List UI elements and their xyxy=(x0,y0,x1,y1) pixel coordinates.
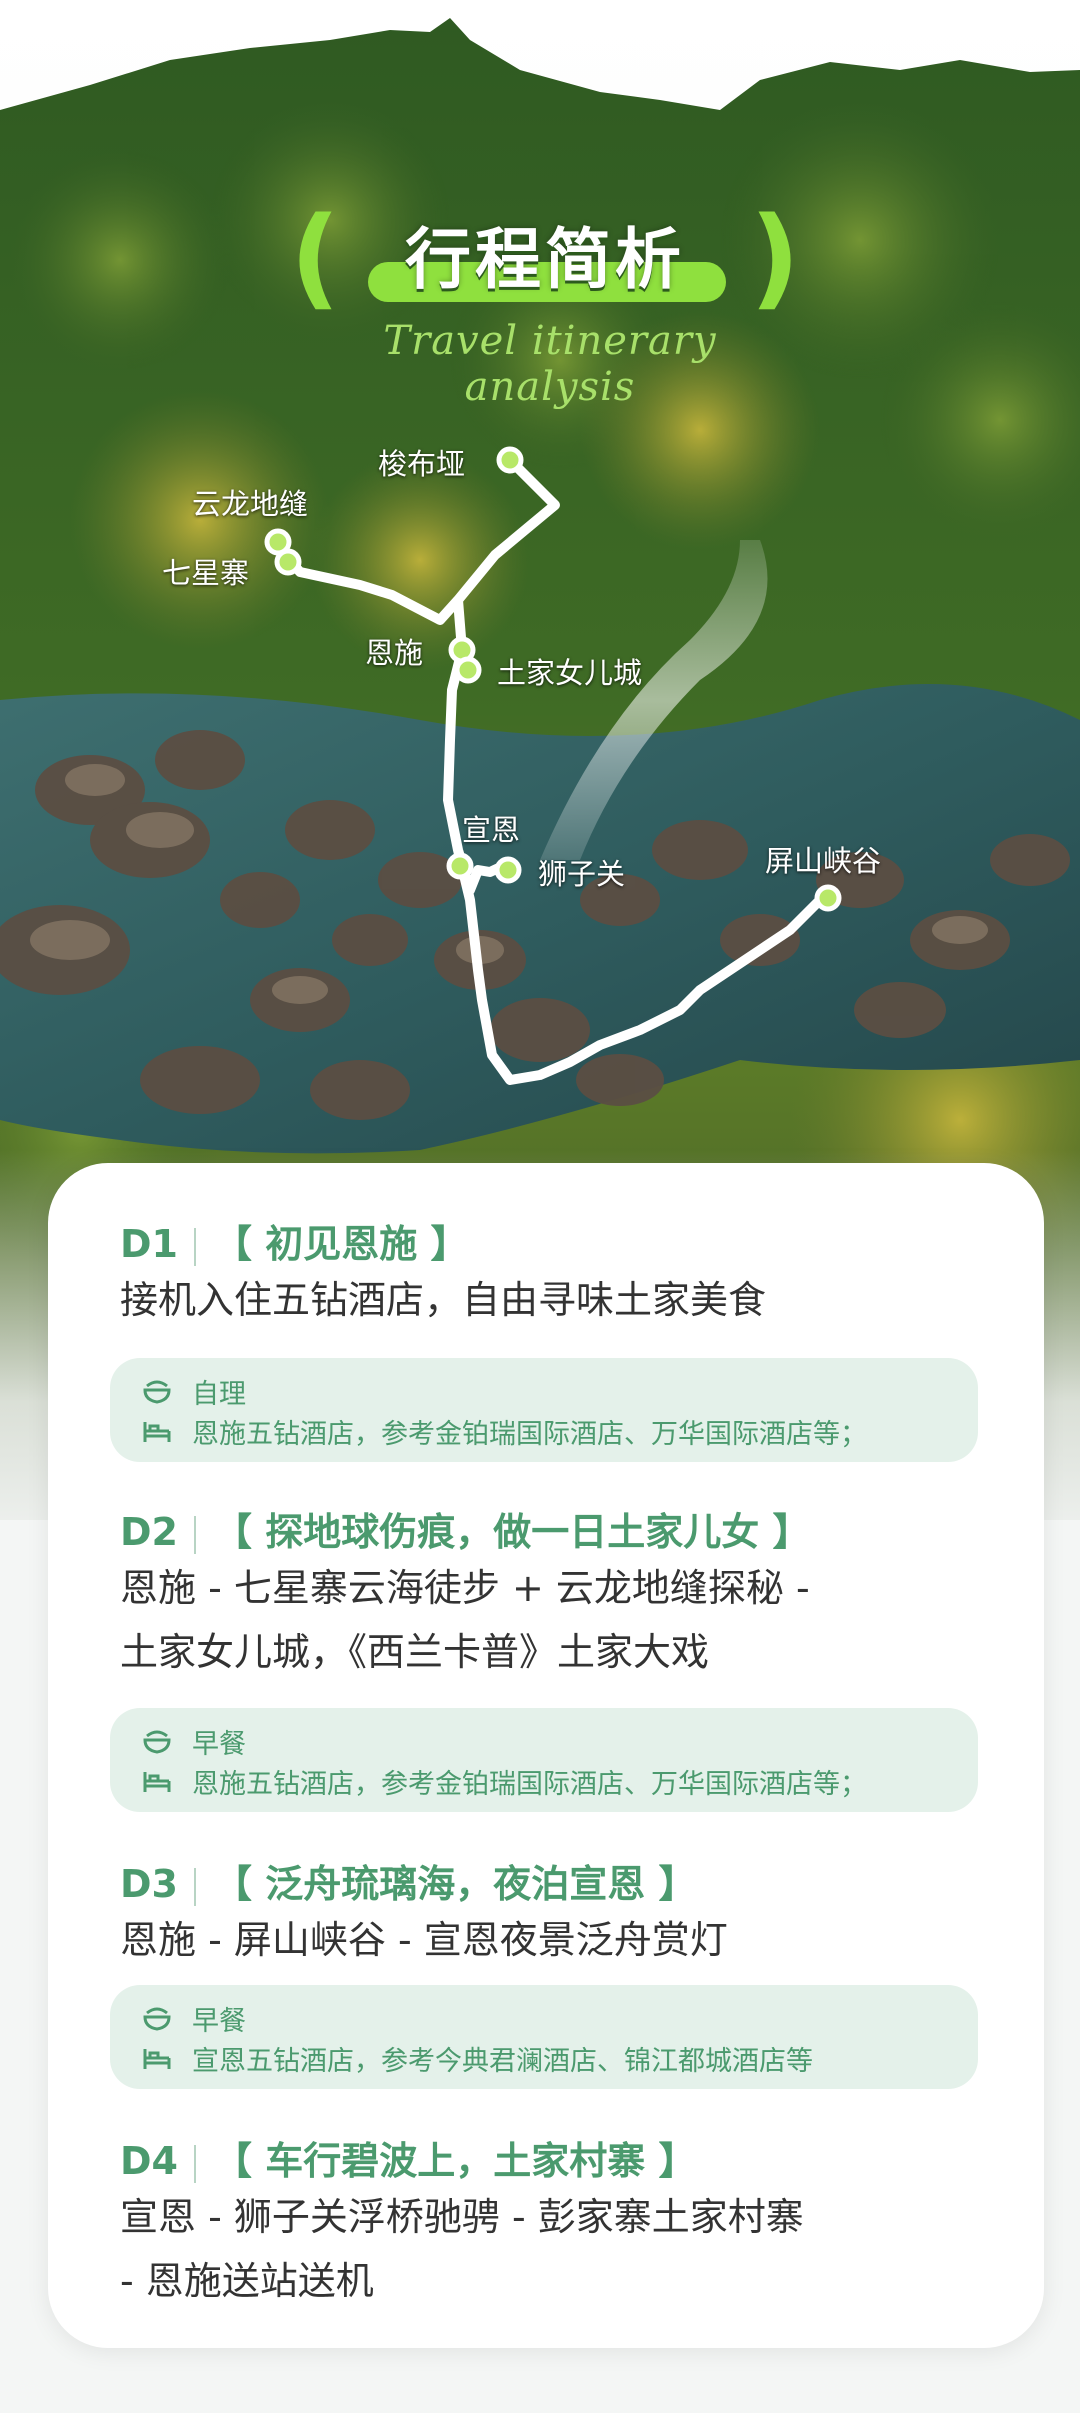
day-number: D1 xyxy=(120,1222,178,1266)
description-line: - 恩施送站送机 xyxy=(120,2259,374,2303)
hotel-row: 恩施五钻酒店，参考金铂瑞国际酒店、万华国际酒店等； xyxy=(142,1412,867,1452)
day-header: D2 【 探地球伤痕，做一日土家儿女 】 xyxy=(120,1501,810,1556)
divider xyxy=(193,2144,196,2183)
day-number: D4 xyxy=(120,2139,178,2183)
day-item-2: D2 【 探地球伤痕，做一日土家儿女 】 恩施 - 七星寨云海徒步 + 云龙地缝探… xyxy=(120,1501,810,1684)
itinerary-card: D1 【 初见恩施 】 接机入住五钻酒店，自由寻味土家美食 自理 恩施五钻酒店，参… xyxy=(48,1163,1044,2348)
description-line: 接机入住五钻酒店，自由寻味土家美食 xyxy=(120,1278,767,1322)
day-title: 【 初见恩施 】 xyxy=(213,1222,469,1266)
divider xyxy=(193,1867,196,1906)
place-label-suobuya: 梭布垭 xyxy=(378,447,466,481)
hotel-text: 宣恩五钻酒店，参考今典君澜酒店、锦江都城酒店等 xyxy=(192,2046,813,2077)
day-header: D1 【 初见恩施 】 xyxy=(120,1213,766,1268)
meal-row: 自理 xyxy=(142,1372,246,1413)
place-label-qixingzhai: 七星寨 xyxy=(162,556,250,590)
day-item-3: D3 【 泛舟琉璃海，夜泊宣恩 】 恩施 - 屏山峡谷 - 宣恩夜景泛舟赏灯 xyxy=(120,1853,728,1972)
meal-text: 早餐 xyxy=(192,1729,246,1760)
bed-icon xyxy=(142,2046,176,2079)
hotel-row: 宣恩五钻酒店，参考今典君澜酒店、锦江都城酒店等 xyxy=(142,2039,813,2079)
place-label-tujia: 土家女儿城 xyxy=(497,656,643,690)
marker-pingshan xyxy=(814,884,842,912)
meal-icon xyxy=(142,1378,176,1413)
meal-icon xyxy=(142,2005,176,2040)
description-line: 宣恩 - 狮子关浮桥驰骋 - 彭家寨土家村寨 xyxy=(120,2195,804,2239)
day-info-box-2: 早餐 恩施五钻酒店，参考金铂瑞国际酒店、万华国际酒店等； xyxy=(110,1708,978,1812)
right-paren-decoration: ) xyxy=(749,193,800,321)
marker-qixingzhai xyxy=(274,548,302,576)
marker-xuanen xyxy=(446,852,474,880)
day-description: 恩施 - 七星寨云海徒步 + 云龙地缝探秘 - 土家女儿城，《西兰卡普》土家大戏 xyxy=(120,1556,810,1684)
day-title: 【 探地球伤痕，做一日土家儿女 】 xyxy=(213,1510,811,1554)
place-label-pingshan: 屏山峡谷 xyxy=(765,844,882,878)
day-description: 宣恩 - 狮子关浮桥驰骋 - 彭家寨土家村寨 - 恩施送站送机 xyxy=(120,2185,804,2313)
page-subtitle: Travel itinerary analysis xyxy=(383,318,717,410)
meal-row: 早餐 xyxy=(142,1999,246,2040)
day-item-4: D4 【 车行碧波上，土家村寨 】 宣恩 - 狮子关浮桥驰骋 - 彭家寨土家村寨 … xyxy=(120,2130,804,2313)
marker-suobuya xyxy=(496,446,524,474)
meal-row: 早餐 xyxy=(142,1722,246,1763)
day-header: D4 【 车行碧波上，土家村寨 】 xyxy=(120,2130,804,2185)
marker-tujia xyxy=(454,656,482,684)
page-title: 行程简析 xyxy=(405,221,685,298)
place-label-shiziguan: 狮子关 xyxy=(538,857,626,891)
divider xyxy=(193,1227,196,1266)
marker-shiziguan xyxy=(494,856,522,884)
day-item-1: D1 【 初见恩施 】 接机入住五钻酒店，自由寻味土家美食 xyxy=(120,1213,766,1332)
bed-icon xyxy=(142,1769,176,1802)
day-title: 【 车行碧波上，土家村寨 】 xyxy=(213,2139,697,2183)
place-label-enshi: 恩施 xyxy=(365,636,424,670)
divider xyxy=(193,1515,196,1554)
day-description: 接机入住五钻酒店，自由寻味土家美食 xyxy=(120,1268,766,1332)
day-info-box-1: 自理 恩施五钻酒店，参考金铂瑞国际酒店、万华国际酒店等； xyxy=(110,1358,978,1462)
description-line: 恩施 - 七星寨云海徒步 + 云龙地缝探秘 - xyxy=(120,1566,810,1610)
day-title: 【 泛舟琉璃海，夜泊宣恩 】 xyxy=(213,1862,697,1906)
day-number: D2 xyxy=(120,1510,178,1554)
meal-text: 自理 xyxy=(192,1379,246,1410)
description-line: 恩施 - 屏山峡谷 - 宣恩夜景泛舟赏灯 xyxy=(120,1918,728,1962)
hotel-row: 恩施五钻酒店，参考金铂瑞国际酒店、万华国际酒店等； xyxy=(142,1762,867,1802)
place-label-xuanen: 宣恩 xyxy=(462,813,521,847)
meal-icon xyxy=(142,1728,176,1763)
day-info-box-3: 早餐 宣恩五钻酒店，参考今典君澜酒店、锦江都城酒店等 xyxy=(110,1985,978,2089)
day-header: D3 【 泛舟琉璃海，夜泊宣恩 】 xyxy=(120,1853,728,1908)
day-number: D3 xyxy=(120,1862,178,1906)
description-line: 土家女儿城，《西兰卡普》土家大戏 xyxy=(120,1630,710,1674)
meal-text: 早餐 xyxy=(192,2006,246,2037)
hotel-text: 恩施五钻酒店，参考金铂瑞国际酒店、万华国际酒店等； xyxy=(192,1419,867,1450)
bed-icon xyxy=(142,1419,176,1452)
day-description: 恩施 - 屏山峡谷 - 宣恩夜景泛舟赏灯 xyxy=(120,1908,728,1972)
hotel-text: 恩施五钻酒店，参考金铂瑞国际酒店、万华国际酒店等； xyxy=(192,1769,867,1800)
place-label-yunlong: 云龙地缝 xyxy=(192,487,309,521)
